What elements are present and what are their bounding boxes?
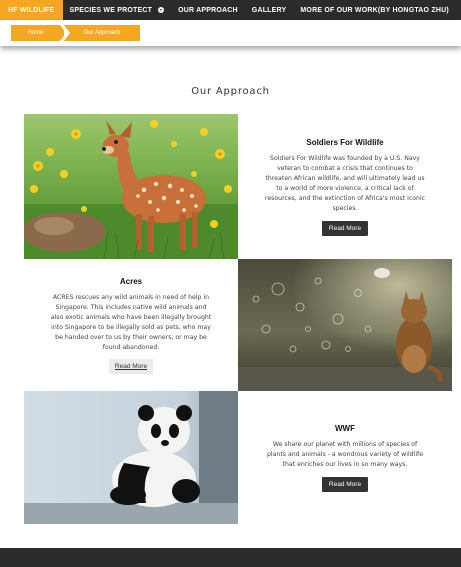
nav-item-label: SPECIES WE PROTECT — [69, 6, 153, 14]
read-more-button[interactable]: Read More — [108, 358, 154, 374]
page-title: Our Approach — [191, 86, 270, 97]
breadcrumb-current: Our Approach — [64, 25, 140, 41]
nav-gallery[interactable]: GALLERY — [245, 0, 294, 20]
card-title: Acres — [119, 276, 143, 286]
card-description: Soldiers For Wildlife was founded by a U… — [264, 154, 426, 212]
card-soldiers-content: Soldiers For Wildlife Soldiers For Wildl… — [238, 114, 452, 259]
fawn-image — [24, 114, 238, 259]
read-more-button[interactable]: Read More — [321, 220, 369, 236]
card-wwf-content: WWF We share our planet with millions of… — [238, 391, 452, 524]
top-navbar: HF WILDLIFE SPECIES WE PROTECT OUR APPRO… — [0, 0, 461, 20]
footer — [0, 548, 461, 567]
card-row-soldiers: Soldiers For Wildlife Soldiers For Wildl… — [24, 114, 452, 259]
card-description: ACRES rescues any wild animals in need o… — [50, 293, 212, 351]
nav-our-approach[interactable]: OUR APPROACH — [171, 0, 245, 20]
kitten-image — [238, 259, 452, 391]
dropdown-icon[interactable] — [158, 7, 165, 13]
read-more-button[interactable]: Read More — [321, 476, 369, 492]
nav-species-we-protect[interactable]: SPECIES WE PROTECT — [63, 0, 172, 20]
breadcrumb: Home Our Approach — [0, 20, 461, 46]
brand-link[interactable]: HF WILDLIFE — [0, 0, 63, 20]
breadcrumb-home[interactable]: Home — [11, 25, 66, 41]
card-row-wwf: WWF We share our planet with millions of… — [24, 391, 452, 524]
nav-more-of-our-work[interactable]: MORE OF OUR WORK(BY HONGTAO ZHU) — [293, 0, 455, 20]
panda-image — [24, 391, 238, 524]
card-row-acres: Acres ACRES rescues any wild animals in … — [24, 259, 452, 391]
card-title: WWF — [335, 423, 355, 433]
card-acres-content: Acres ACRES rescues any wild animals in … — [24, 259, 238, 391]
card-description: We share our planet with millions of spe… — [266, 440, 424, 468]
card-title: Soldiers For Wildlife — [306, 137, 384, 147]
